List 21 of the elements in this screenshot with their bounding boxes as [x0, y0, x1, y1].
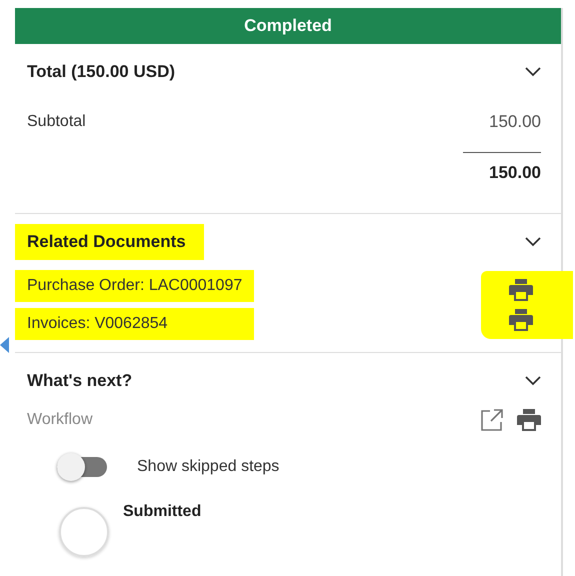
step-label: Submitted — [123, 503, 202, 521]
section-title: Related Documents — [15, 224, 204, 260]
printer-icon[interactable] — [509, 279, 533, 301]
section-title: Total (150.00 USD) — [27, 62, 176, 82]
subtotal-value: 150.00 — [489, 112, 541, 132]
chevron-down-icon[interactable] — [525, 237, 541, 247]
external-link-icon[interactable] — [481, 409, 503, 431]
section-title: What's next? — [27, 371, 132, 391]
subtotal-label: Subtotal — [27, 113, 86, 131]
document-link[interactable]: Purchase Order: LAC0001097 — [15, 270, 254, 302]
step-circle — [59, 507, 109, 557]
arrow-tip-icon — [0, 337, 9, 353]
printer-icon[interactable] — [517, 409, 541, 431]
printer-icon[interactable] — [509, 309, 533, 331]
chevron-down-icon[interactable] — [525, 67, 541, 77]
status-banner: Completed — [15, 8, 561, 44]
chevron-down-icon[interactable] — [525, 376, 541, 386]
workflow-label: Workflow — [27, 411, 92, 429]
total-value: 150.00 — [489, 163, 541, 183]
document-link[interactable]: Invoices: V0062854 — [15, 308, 254, 340]
toggle-label: Show skipped steps — [137, 458, 280, 476]
